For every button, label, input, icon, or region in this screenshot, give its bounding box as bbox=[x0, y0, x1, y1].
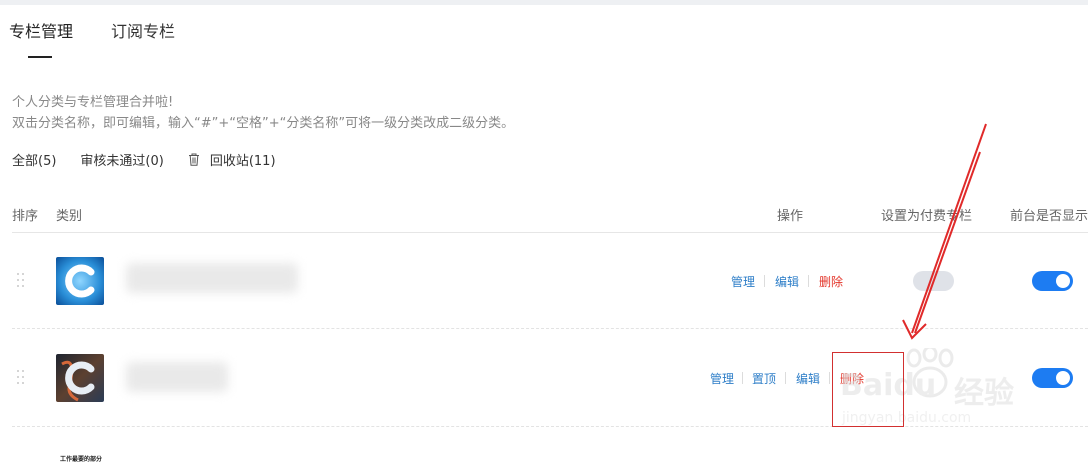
header-paid-column: 设置为付费专栏 bbox=[881, 209, 973, 224]
action-separator bbox=[742, 372, 743, 384]
footer-caption: 工作最要的部分 bbox=[60, 456, 103, 463]
filter-recycle-label: 回收站(11) bbox=[209, 154, 276, 169]
notice-line-1: 个人分类与专栏管理合并啦! bbox=[12, 95, 174, 110]
notice-line-2: 双击分类名称，即可编辑，输入“#”+“空格”+“分类名称”可将一级分类改成二级分… bbox=[12, 116, 515, 131]
header-actions: 操作 bbox=[777, 209, 804, 224]
table-row: 管理 编辑 删除 bbox=[0, 233, 1088, 329]
tab-bar: 专栏管理 订阅专栏 bbox=[9, 18, 213, 42]
column-thumbnail bbox=[56, 257, 104, 305]
action-separator bbox=[808, 275, 809, 287]
action-separator bbox=[785, 372, 786, 384]
header-visible: 前台是否显示 bbox=[1010, 209, 1088, 224]
watermark-suffix: 经验 bbox=[954, 376, 1014, 411]
notice: 个人分类与专栏管理合并啦! 双击分类名称，即可编辑，输入“#”+“空格”+“分类… bbox=[12, 92, 514, 134]
edit-link[interactable]: 编辑 bbox=[796, 370, 820, 387]
drag-handle-icon[interactable] bbox=[17, 370, 25, 386]
annotation-highlight-box bbox=[832, 352, 904, 427]
column-thumbnail bbox=[56, 354, 104, 402]
filter-recycle-bin[interactable]: 回收站(11) bbox=[188, 150, 276, 169]
filter-rejected[interactable]: 审核未通过(0) bbox=[80, 150, 163, 169]
pin-link[interactable]: 置顶 bbox=[752, 370, 776, 387]
tab-subscribed-columns[interactable]: 订阅专栏 bbox=[111, 18, 175, 42]
action-separator bbox=[764, 275, 765, 287]
visible-toggle[interactable] bbox=[1032, 271, 1073, 291]
visible-toggle[interactable] bbox=[1032, 368, 1073, 388]
manage-link[interactable]: 管理 bbox=[731, 273, 755, 290]
tab-column-management[interactable]: 专栏管理 bbox=[9, 18, 73, 42]
paid-column-toggle[interactable] bbox=[913, 271, 954, 291]
filter-bar: 全部(5) 审核未通过(0) 回收站(11) bbox=[12, 150, 300, 169]
column-name-blurred[interactable] bbox=[126, 263, 298, 293]
header-category: 类别 bbox=[56, 209, 83, 224]
filter-all[interactable]: 全部(5) bbox=[12, 150, 56, 169]
trash-icon bbox=[188, 153, 199, 166]
edit-link[interactable]: 编辑 bbox=[775, 273, 799, 290]
manage-link[interactable]: 管理 bbox=[710, 370, 734, 387]
action-separator bbox=[829, 372, 830, 384]
active-tab-indicator bbox=[28, 56, 52, 58]
header-order: 排序 bbox=[12, 209, 39, 224]
top-bar bbox=[0, 0, 1088, 5]
delete-link[interactable]: 删除 bbox=[819, 273, 843, 290]
column-name-blurred[interactable] bbox=[126, 362, 228, 392]
drag-handle-icon[interactable] bbox=[17, 273, 25, 289]
